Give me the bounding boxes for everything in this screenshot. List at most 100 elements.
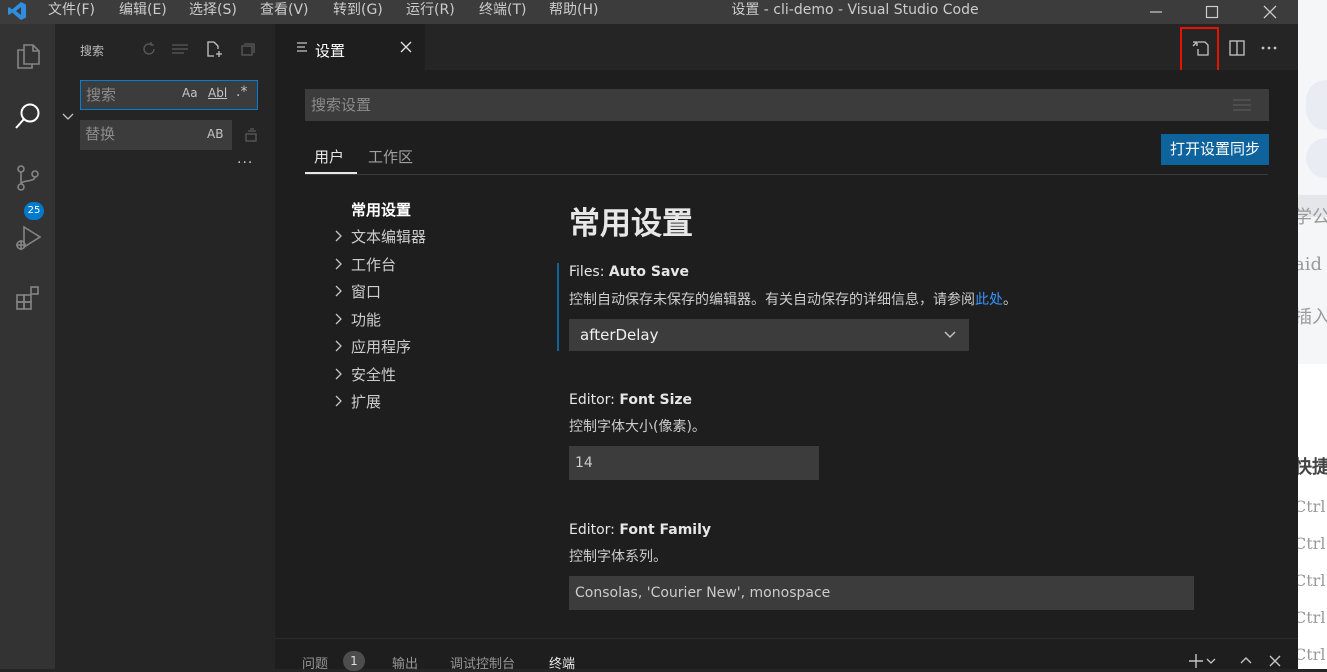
replace-all-button[interactable]: [241, 124, 261, 146]
fontfamily-input[interactable]: [575, 583, 1138, 603]
setting-name: Font Family: [619, 522, 712, 538]
toc-item-workbench[interactable]: 工作台: [351, 254, 396, 275]
menu-edit[interactable]: 编辑(E): [119, 0, 167, 24]
tab-user-settings[interactable]: 用户: [314, 146, 344, 167]
settings-search-field: [305, 89, 1269, 121]
menu-view[interactable]: 查看(V): [260, 0, 309, 24]
tab-workspace-settings[interactable]: 工作区: [368, 146, 413, 167]
tab-terminal[interactable]: 终端: [549, 653, 575, 672]
chevron-right-icon: [335, 258, 342, 270]
menu-go[interactable]: 转到(G): [333, 0, 383, 24]
autosave-docs-link[interactable]: 此处: [975, 292, 1003, 308]
fontsize-input[interactable]: [575, 453, 800, 473]
setting-category: Files:: [569, 264, 609, 280]
search-icon: [12, 100, 44, 132]
toggle-replace-chevron[interactable]: [60, 108, 76, 124]
tab-output[interactable]: 输出: [392, 653, 418, 672]
setting-description-fontfamily: 控制字体系列。: [569, 549, 667, 565]
run-debug-icon: [12, 222, 44, 254]
background-text: Ctrl: [1298, 497, 1326, 516]
chevron-right-icon: [335, 395, 342, 407]
new-search-editor-button[interactable]: [204, 38, 224, 60]
collapse-all-button[interactable]: [237, 38, 257, 60]
whole-word-toggle[interactable]: Abl: [208, 86, 227, 100]
chevron-down-icon: [1206, 656, 1216, 666]
refresh-button[interactable]: [139, 38, 159, 60]
chevron-down-icon: [943, 329, 957, 341]
background-text: 学公: [1298, 207, 1327, 228]
background-text: Ctrl: [1298, 534, 1326, 553]
settings-editor: 用户 工作区 打开设置同步 常用设置 文本编辑器 工作台 窗口 功能 应用程序 …: [275, 70, 1298, 638]
match-case-toggle[interactable]: Aa: [182, 86, 198, 100]
filter-icon[interactable]: [1233, 99, 1251, 111]
extensions-icon: [13, 283, 43, 313]
toc-item-features[interactable]: 功能: [351, 309, 381, 330]
search-view-button[interactable]: [0, 92, 55, 140]
source-control-button[interactable]: [0, 154, 55, 202]
toc-item-text-editor[interactable]: 文本编辑器: [351, 226, 426, 247]
open-json-icon: [1192, 39, 1210, 57]
close-window-button[interactable]: [1247, 0, 1293, 24]
problems-count-badge: 1: [343, 651, 365, 671]
menu-file[interactable]: 文件(F): [48, 0, 95, 24]
tab-settings[interactable]: 设置: [275, 24, 425, 70]
preserve-case-toggle[interactable]: AB: [207, 127, 223, 141]
extensions-button[interactable]: [0, 274, 55, 322]
maximize-button[interactable]: [1189, 0, 1235, 24]
plus-icon: [1187, 652, 1205, 670]
search-field: Aa Abl .*: [80, 80, 258, 110]
toggle-details-button[interactable]: ...: [237, 151, 253, 167]
autosave-dropdown[interactable]: afterDelay: [569, 319, 969, 351]
setting-name: Auto Save: [608, 264, 690, 280]
toc-item-extensions[interactable]: 扩展: [351, 391, 381, 412]
background-text: Ctrl: [1298, 571, 1326, 590]
menu-selection[interactable]: 选择(S): [189, 0, 237, 24]
run-debug-button[interactable]: [0, 214, 55, 262]
files-icon: [13, 41, 43, 71]
terminal-dropdown-button[interactable]: [1206, 656, 1216, 666]
clear-all-icon: [171, 41, 189, 57]
setting-title-fontfamily: Editor: Font Family: [569, 522, 711, 538]
section-title: 常用设置: [569, 206, 693, 242]
editor-tabs: 设置: [275, 24, 1298, 77]
toc-item-application[interactable]: 应用程序: [351, 336, 411, 357]
more-actions-button[interactable]: [1260, 39, 1278, 57]
setting-category: Editor:: [569, 392, 620, 408]
menu-terminal[interactable]: 终端(T): [479, 0, 526, 24]
maximize-panel-button[interactable]: [1239, 654, 1253, 666]
explorer-button[interactable]: [0, 32, 55, 80]
collapse-all-icon: [239, 41, 255, 57]
chevron-right-icon: [335, 313, 342, 325]
menu-run[interactable]: 运行(R): [406, 0, 455, 24]
settings-search-input[interactable]: [311, 95, 911, 115]
search-input[interactable]: [86, 85, 176, 105]
close-panel-button[interactable]: [1268, 654, 1282, 668]
replace-input[interactable]: [85, 124, 175, 144]
tab-problems[interactable]: 问题: [302, 653, 328, 672]
autosave-value: afterDelay: [580, 326, 659, 344]
toc-item-security[interactable]: 安全性: [351, 364, 396, 385]
settings-file-icon: [296, 41, 308, 53]
chevron-up-icon: [1239, 654, 1253, 666]
background-text: 插入: [1298, 307, 1327, 328]
refresh-icon: [141, 41, 157, 57]
new-terminal-button[interactable]: [1187, 652, 1205, 670]
setting-desc-text: 控制自动保存未保存的编辑器。有关自动保存的详细信息，请参阅: [569, 292, 975, 308]
toc-item-commonly-used[interactable]: 常用设置: [351, 199, 411, 220]
regex-toggle[interactable]: .*: [236, 84, 247, 100]
tab-debug-console[interactable]: 调试控制台: [450, 653, 515, 672]
scope-divider: [305, 174, 1268, 175]
toc-item-window[interactable]: 窗口: [351, 281, 381, 302]
fontfamily-field: [569, 576, 1194, 610]
split-editor-button[interactable]: [1228, 39, 1246, 57]
background-window: 学公 aid 插入 快捷 Ctrl Ctrl Ctrl Ctrl Ctrl: [1298, 0, 1327, 669]
clear-results-button[interactable]: [170, 38, 190, 60]
menu-help[interactable]: 帮助(H): [549, 0, 598, 24]
setting-name: Font Size: [619, 392, 693, 408]
settings-sync-button[interactable]: 打开设置同步: [1161, 134, 1269, 165]
close-tab-button[interactable]: [400, 41, 412, 53]
vscode-logo-icon: [7, 1, 27, 21]
split-editor-icon: [1228, 39, 1246, 57]
replace-all-icon: [243, 127, 259, 143]
minimize-button[interactable]: [1133, 0, 1179, 24]
